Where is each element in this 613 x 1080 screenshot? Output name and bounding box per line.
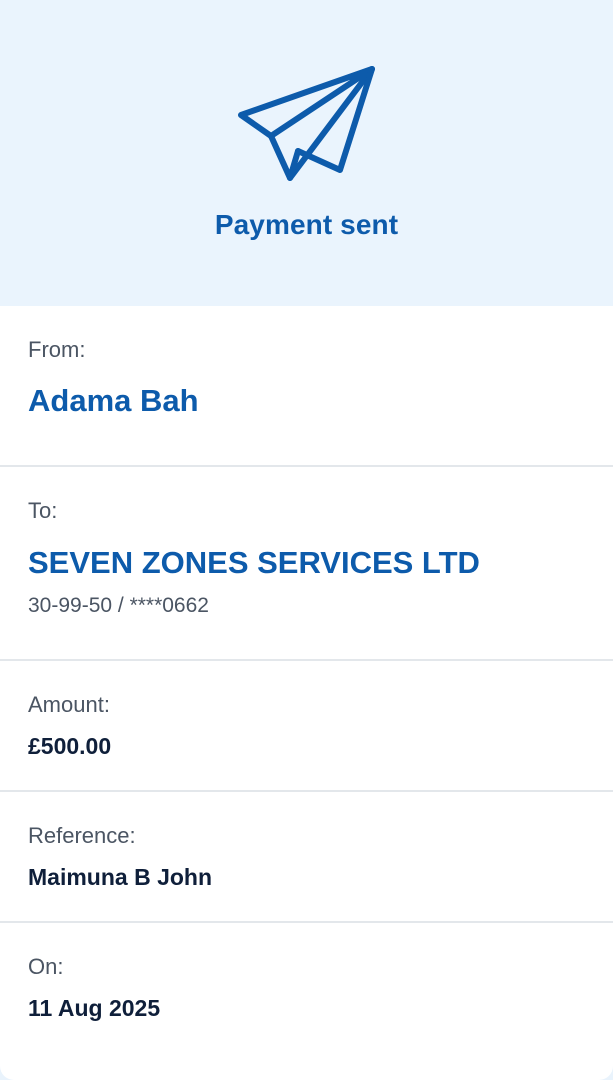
date-value: 11 Aug 2025 — [28, 995, 161, 1021]
payment-details-card: From: Adama Bah To: SEVEN ZONES SERVICES… — [0, 306, 613, 1080]
to-name: SEVEN ZONES SERVICES LTD — [28, 545, 480, 580]
to-account-number: 30-99-50 / ****0662 — [28, 594, 209, 617]
to-section: To: SEVEN ZONES SERVICES LTD 30-99-50 / … — [0, 467, 613, 660]
amount-section: Amount: £500.00 — [0, 661, 613, 791]
amount-value: £500.00 — [28, 733, 112, 759]
from-label: From: — [28, 337, 86, 362]
confirmation-header: Payment sent — [0, 0, 613, 306]
reference-value: Maimuna B John — [28, 864, 213, 890]
page-title: Payment sent — [214, 209, 399, 240]
paper-plane-icon — [238, 66, 375, 181]
to-label: To: — [28, 498, 58, 523]
from-name: Adama Bah — [28, 383, 199, 418]
amount-label: Amount: — [28, 692, 110, 717]
reference-section: Reference: Maimuna B John — [0, 792, 613, 922]
reference-label: Reference: — [28, 823, 136, 848]
date-section: On: 11 Aug 2025 — [0, 923, 613, 1080]
date-label: On: — [28, 954, 64, 979]
from-section: From: Adama Bah — [0, 306, 613, 466]
